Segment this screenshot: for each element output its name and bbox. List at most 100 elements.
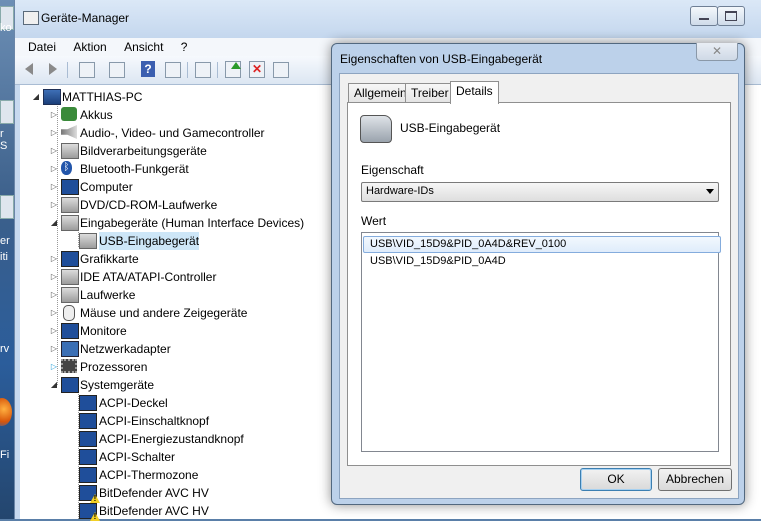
tree-item-label: Prozessoren (80, 360, 148, 374)
tree-item-label: BitDefender AVC HV (99, 504, 209, 518)
ide-controller-icon (61, 269, 79, 285)
tree-item-label: Eingabegeräte (Human Interface Devices) (80, 216, 305, 230)
tree-item-label: Monitore (80, 324, 127, 338)
property-selected-value: Hardware-IDs (366, 185, 434, 197)
tree-item-label: Laufwerke (80, 288, 136, 302)
toolbar-separator (187, 62, 188, 78)
cancel-button[interactable]: Abbrechen (658, 468, 732, 491)
system-device-icon (79, 395, 97, 411)
title-bar[interactable]: Geräte-Manager (15, 0, 761, 38)
device-name: USB-Eingabegerät (400, 121, 501, 135)
tree-item-label: ACPI-Deckel (99, 396, 168, 410)
window-title: Geräte-Manager (41, 11, 130, 25)
tree-item-label: ACPI-Einschaltknopf (99, 414, 210, 428)
tree-item-label: USB-Eingabegerät (99, 232, 200, 250)
show-hide-tree-icon[interactable] (79, 62, 95, 78)
tree-item-label: DVD/CD-ROM-Laufwerke (80, 198, 218, 212)
bluetooth-icon: ᛒ (61, 161, 72, 175)
ok-button[interactable]: OK (580, 468, 652, 491)
expand-arrow-icon[interactable]: ▷ (50, 254, 58, 263)
desktop-background: ko r S er iti rv Fi (0, 0, 14, 519)
desktop-icon[interactable] (0, 100, 14, 124)
hid-device-icon (79, 233, 97, 249)
view-icon[interactable] (165, 62, 181, 78)
tree-item-label: BitDefender AVC HV (99, 486, 209, 500)
usb-input-device-icon (360, 115, 392, 143)
system-devices-icon (61, 377, 79, 393)
tree-item-label: Computer (80, 180, 133, 194)
minimize-button[interactable] (690, 6, 718, 26)
dialog-body: Allgemein Treiber Details USB-Eingabeger… (339, 73, 739, 499)
network-adapter-icon (61, 341, 79, 357)
scan-hardware-icon[interactable] (195, 62, 211, 78)
list-item[interactable]: USB\VID_15D9&PID_0A4D&REV_0100 (363, 236, 721, 253)
property-label: Eigenschaft (361, 163, 424, 177)
dialog-title: Eigenschaften von USB-Eingabegerät (340, 52, 543, 66)
details-panel: USB-Eingabegerät Eigenschaft Hardware-ID… (347, 102, 731, 466)
collapse-arrow-icon[interactable]: ◢ (32, 92, 40, 101)
value-list[interactable]: USB\VID_15D9&PID_0A4D&REV_0100 USB\VID_1… (361, 232, 721, 452)
expand-arrow-icon[interactable]: ▷ (50, 362, 58, 371)
update-driver-icon[interactable] (225, 61, 241, 78)
desktop-text-fragment: rv (0, 343, 10, 355)
expand-arrow-icon[interactable]: ▷ (50, 200, 58, 209)
expand-arrow-icon[interactable]: ▷ (50, 290, 58, 299)
expand-arrow-icon[interactable]: ▷ (50, 128, 58, 137)
browser-icon[interactable] (0, 398, 12, 426)
maximize-button[interactable] (717, 6, 745, 26)
expand-arrow-icon[interactable]: ▷ (50, 110, 58, 119)
back-arrow-icon[interactable] (23, 60, 41, 78)
tree-item-label: Audio-, Video- und Gamecontroller (80, 126, 265, 140)
desktop-icon[interactable] (0, 195, 14, 219)
expand-arrow-icon[interactable]: ▷ (50, 272, 58, 281)
tab-treiber[interactable]: Treiber (405, 83, 455, 103)
battery-icon (61, 107, 77, 121)
property-dropdown[interactable]: Hardware-IDs (361, 182, 719, 202)
warning-device-icon (79, 485, 97, 501)
tree-item-label: Bluetooth-Funkgerät (80, 162, 189, 176)
expand-arrow-icon[interactable]: ▷ (50, 164, 58, 173)
close-button[interactable]: ✕ (696, 43, 738, 61)
system-device-icon (79, 413, 97, 429)
tree-item-label: Akkus (80, 108, 113, 122)
disk-drive-icon (61, 287, 79, 303)
system-device-icon (79, 467, 97, 483)
expand-arrow-icon[interactable]: ▷ (50, 182, 58, 191)
tree-item-label: Systemgeräte (80, 378, 155, 392)
tree-item-label: ACPI-Thermozone (99, 468, 199, 482)
tree-item-label: ACPI-Schalter (99, 450, 176, 464)
desktop-text-fragment: ko (0, 22, 12, 34)
menu-datei[interactable]: Datei (21, 38, 63, 56)
monitor-icon (61, 323, 79, 339)
menu-aktion[interactable]: Aktion (66, 38, 113, 56)
tree-item-label: IDE ATA/ATAPI-Controller (80, 270, 217, 284)
tree-item-label: Bildverarbeitungsgeräte (80, 144, 207, 158)
expand-arrow-icon[interactable]: ▷ (50, 308, 58, 317)
forward-arrow-icon[interactable] (43, 60, 61, 78)
desktop-text-fragment: Fi (0, 449, 10, 461)
list-item[interactable]: USB\VID_15D9&PID_0A4D (364, 254, 720, 269)
hid-icon (61, 215, 79, 231)
properties-icon[interactable] (109, 62, 125, 78)
menu-ansicht[interactable]: Ansicht (117, 38, 170, 56)
expand-arrow-icon[interactable]: ▷ (50, 344, 58, 353)
disable-icon[interactable] (273, 62, 289, 78)
processor-icon (61, 359, 77, 373)
expand-arrow-icon[interactable]: ▷ (50, 146, 58, 155)
expand-arrow-icon[interactable]: ▷ (50, 326, 58, 335)
menu-help[interactable]: ? (174, 38, 195, 56)
collapse-arrow-icon[interactable]: ◢ (50, 218, 58, 227)
tree-item-label: Netzwerkadapter (80, 342, 171, 356)
device-manager-icon (23, 11, 39, 25)
system-device-icon (79, 449, 97, 465)
computer-icon (61, 179, 79, 195)
tab-allgemein[interactable]: Allgemein (348, 83, 413, 103)
value-label: Wert (361, 214, 387, 228)
system-device-icon (79, 431, 97, 447)
desktop-text-fragment: iti (0, 251, 8, 263)
uninstall-icon[interactable]: ✕ (249, 61, 265, 78)
display-adapter-icon (61, 251, 79, 267)
tab-details[interactable]: Details (450, 81, 499, 104)
collapse-arrow-icon[interactable]: ◢ (50, 380, 58, 389)
help-icon[interactable]: ? (141, 61, 155, 77)
